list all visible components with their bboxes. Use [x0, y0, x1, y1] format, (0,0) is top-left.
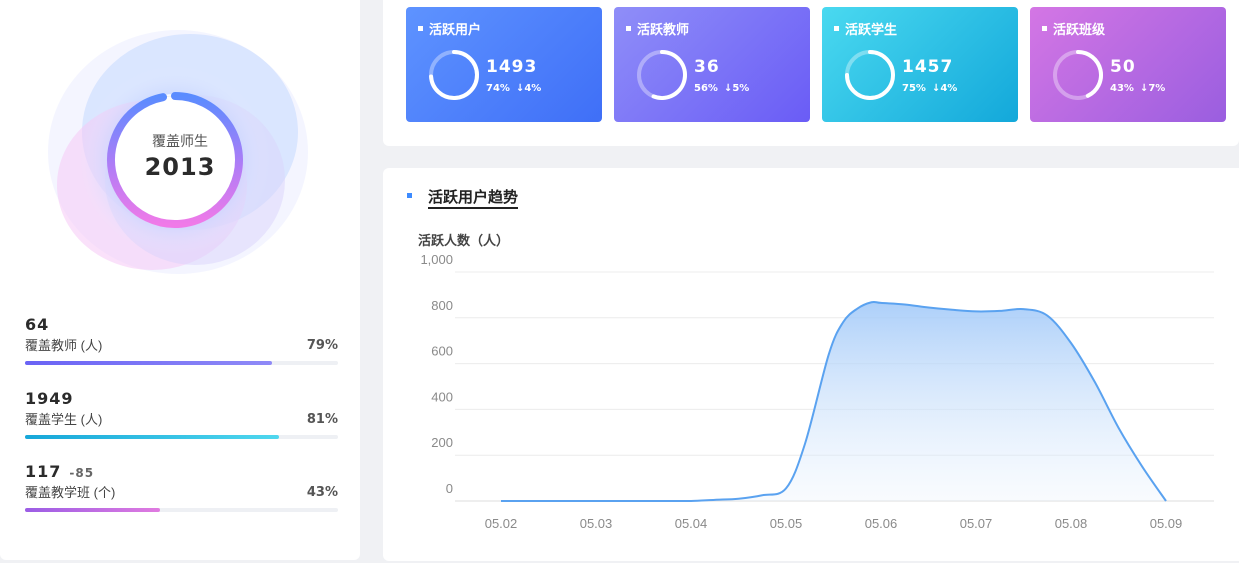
progress-track [25, 361, 338, 365]
card-title: 活跃班级 [1042, 19, 1105, 38]
card-change: ↓5% [723, 83, 750, 94]
stat-label: 覆盖学生 (人) [25, 412, 103, 427]
card-value: 36 [694, 57, 720, 77]
stat-value: 64 [25, 315, 338, 335]
y-tick-label: 0 [446, 481, 453, 496]
card-sub: 43% ↓7% [1110, 83, 1165, 94]
stat-classes: 117 -85 覆盖教学班 (个) 43% [25, 462, 338, 512]
x-tick-label: 05.06 [865, 516, 898, 531]
card-change: ↓4% [931, 83, 958, 94]
x-tick-label: 05.03 [580, 516, 613, 531]
card-sub: 74% ↓4% [486, 83, 541, 94]
square-bullet-icon [834, 26, 839, 32]
stat-percent: 81% [306, 412, 338, 427]
stat-label: 覆盖教学班 (个) [25, 485, 116, 500]
y-tick-label: 600 [431, 344, 453, 359]
stat-value: 117 -85 [25, 462, 338, 482]
stat-value: 1949 [25, 389, 338, 409]
progress-fill [25, 508, 160, 512]
stat-teachers: 64 覆盖教师 (人) 79% [25, 315, 338, 365]
card-active-students[interactable]: 活跃学生 1457 75% ↓4% [822, 7, 1018, 122]
card-active-classes[interactable]: 活跃班级 50 43% ↓7% [1030, 7, 1226, 122]
stat-number: 1949 [25, 389, 74, 408]
square-bullet-icon [418, 26, 423, 32]
donut-arc [651, 50, 687, 100]
coverage-label: 覆盖师生 [152, 133, 208, 149]
active-cards-panel: 活跃用户 1493 74% ↓4% 活跃教师 36 56% ↓5% 活跃学生 145… [383, 0, 1239, 146]
card-title: 活跃用户 [418, 19, 481, 38]
trend-chart-panel: 活跃用户趋势 活跃人数（人） 0 200 400 600 800 1,000 05.02 0… [383, 168, 1239, 561]
stat-number: 117 [25, 462, 62, 481]
progress-fill [25, 435, 279, 439]
card-percent: 74% [486, 83, 510, 94]
card-sub: 56% ↓5% [694, 83, 749, 94]
y-tick-label: 800 [431, 298, 453, 313]
square-bullet-icon [1042, 26, 1047, 32]
y-tick-label: 200 [431, 435, 453, 450]
card-percent: 43% [1110, 83, 1134, 94]
y-tick-label: 1,000 [420, 252, 453, 267]
x-tick-label: 05.07 [960, 516, 993, 531]
x-tick-label: 05.02 [485, 516, 518, 531]
card-title-text: 活跃用户 [429, 22, 482, 37]
donut-icon [845, 50, 895, 100]
card-change: ↓4% [515, 83, 542, 94]
coverage-ring: 覆盖师生 2013 [40, 20, 320, 290]
trend-chart: 0 200 400 600 800 1,000 05.02 05.03 05.04 05.05 0… [420, 252, 1214, 531]
card-title-text: 活跃教师 [637, 22, 690, 37]
stat-percent: 43% [306, 485, 338, 500]
x-tick-label: 05.05 [770, 516, 803, 531]
progress-track [25, 435, 338, 439]
card-percent: 56% [694, 83, 718, 94]
stat-students: 1949 覆盖学生 (人) 81% [25, 389, 338, 439]
coverage-value: 2013 [144, 153, 216, 181]
coverage-panel: 覆盖师生 2013 64 覆盖教师 (人) 79% 1949 覆盖学生 (人) … [0, 0, 360, 560]
y-tick-label: 400 [431, 389, 453, 404]
x-tick-label: 05.04 [675, 516, 708, 531]
donut-icon [1053, 50, 1103, 100]
card-value: 50 [1110, 57, 1136, 77]
stat-diff: -85 [69, 466, 95, 480]
card-percent: 75% [902, 83, 926, 94]
progress-track [25, 508, 338, 512]
progress-fill [25, 361, 273, 365]
donut-icon [637, 50, 687, 100]
card-title: 活跃学生 [834, 19, 897, 38]
x-tick-label: 05.08 [1055, 516, 1088, 531]
card-value: 1457 [902, 57, 954, 77]
card-value: 1493 [486, 57, 538, 77]
x-tick-label: 05.09 [1150, 516, 1183, 531]
card-active-teachers[interactable]: 活跃教师 36 56% ↓5% [614, 7, 810, 122]
stat-label: 覆盖教师 (人) [25, 338, 103, 353]
card-active-users[interactable]: 活跃用户 1493 74% ↓4% [406, 7, 602, 122]
stat-percent: 79% [306, 338, 338, 353]
card-title-text: 活跃学生 [845, 22, 898, 37]
card-title: 活跃教师 [626, 19, 689, 38]
series-area [501, 301, 1166, 501]
donut-icon [429, 50, 479, 100]
card-change: ↓7% [1139, 83, 1166, 94]
donut-arc [1076, 50, 1103, 98]
square-bullet-icon [626, 26, 631, 32]
card-sub: 75% ↓4% [902, 83, 957, 94]
stat-number: 64 [25, 315, 50, 334]
card-title-text: 活跃班级 [1053, 22, 1106, 37]
